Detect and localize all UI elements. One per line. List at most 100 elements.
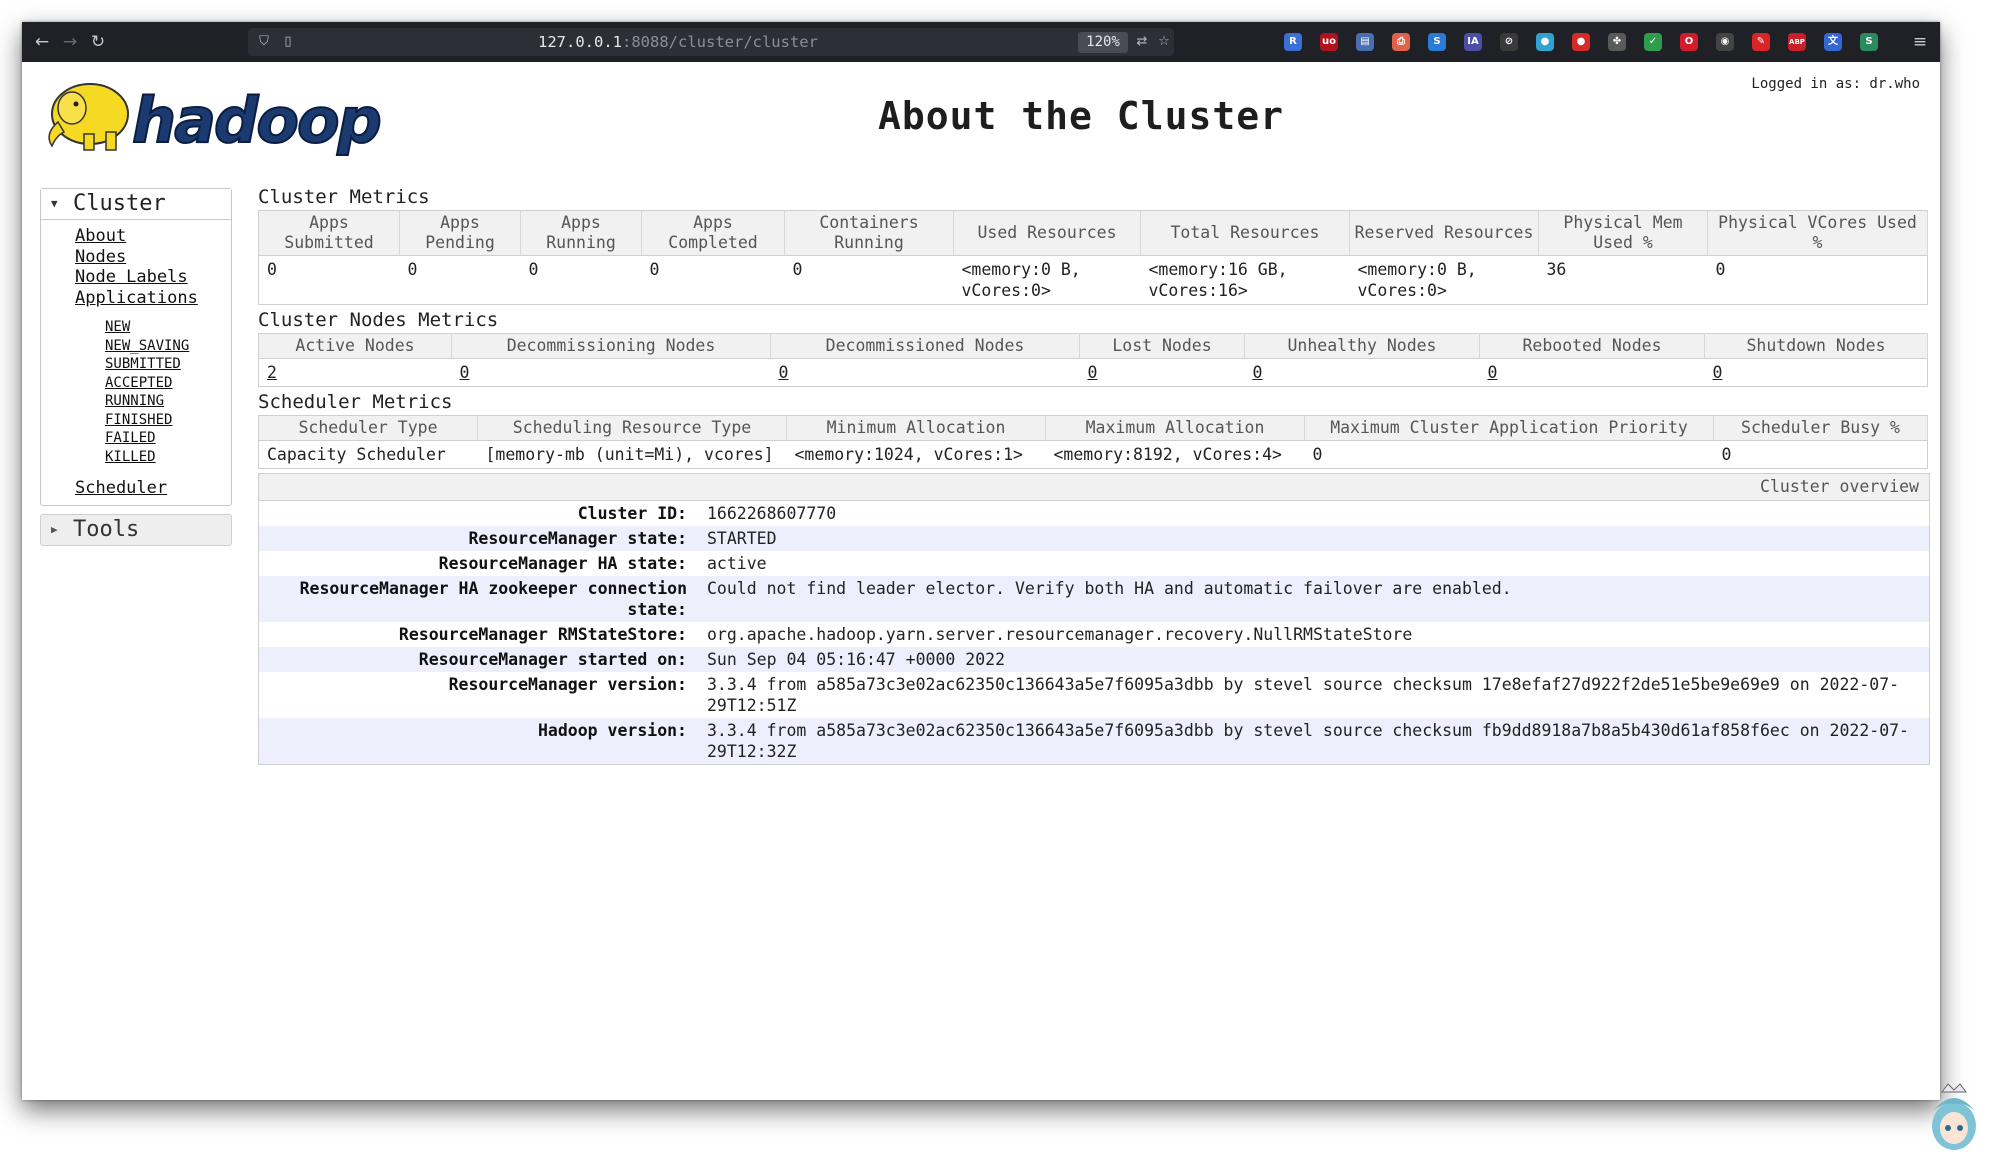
app-state-finished[interactable]: FINISHED bbox=[105, 411, 231, 430]
tools-accordion-header[interactable]: ▶ Tools bbox=[40, 513, 232, 546]
info-row: ResourceManager state: STARTED bbox=[259, 526, 1929, 551]
cluster-overview-panel: Cluster overview Cluster ID: 166226860777… bbox=[258, 473, 1930, 765]
shield-icon[interactable]: ✓ bbox=[1644, 33, 1662, 51]
table-cell: Capacity Scheduler bbox=[267, 445, 446, 464]
column-header[interactable]: Used Resources bbox=[953, 210, 1141, 256]
reload-icon[interactable]: ↻ bbox=[86, 30, 110, 54]
app-state-submitted[interactable]: SUBMITTED bbox=[105, 355, 231, 374]
ia-icon[interactable]: IA bbox=[1464, 33, 1482, 51]
app-state-killed[interactable]: KILLED bbox=[105, 448, 231, 467]
table-cell: 36 bbox=[1546, 260, 1567, 279]
app-state-accepted[interactable]: ACCEPTED bbox=[105, 374, 231, 393]
tab-manager-icon[interactable]: ▤ bbox=[1356, 33, 1374, 51]
info-value: 1662268607770 bbox=[707, 504, 837, 523]
page-info-icon[interactable]: ▯ bbox=[278, 32, 298, 52]
app-state-new-saving[interactable]: NEW_SAVING bbox=[105, 337, 231, 356]
bitwarden-icon[interactable]: R bbox=[1284, 33, 1302, 51]
column-header[interactable]: Containers Running bbox=[784, 210, 954, 256]
table-header-row: Scheduler Type Scheduling Resource Type … bbox=[258, 415, 1928, 441]
address-bar[interactable]: ⛉ ▯ 127.0.0.1:8088/cluster/cluster 120% … bbox=[248, 28, 1174, 56]
shield-tracking-icon[interactable]: ⛉ bbox=[254, 32, 274, 52]
shutdown-nodes-link[interactable]: 0 bbox=[1713, 363, 1723, 382]
column-header[interactable]: Apps Completed bbox=[641, 210, 785, 256]
pdf-icon[interactable]: ⎙ bbox=[1392, 33, 1410, 51]
table-cell: <memory:0 B, vCores:0> bbox=[961, 260, 1081, 300]
table-cell: 0 bbox=[452, 359, 771, 387]
info-label: ResourceManager HA state: bbox=[438, 554, 687, 573]
ublock-icon[interactable]: uo bbox=[1320, 33, 1338, 51]
cluster-label: Cluster bbox=[73, 191, 166, 216]
info-row: ResourceManager HA state: active bbox=[259, 551, 1929, 576]
column-header[interactable]: Physical Mem Used % bbox=[1538, 210, 1708, 256]
app-state-new[interactable]: NEW bbox=[105, 318, 231, 337]
column-header[interactable]: Maximum Cluster Application Priority bbox=[1304, 415, 1714, 441]
column-header[interactable]: Decommissioning Nodes bbox=[451, 333, 771, 359]
scheduler-metrics-table: Scheduler Type Scheduling Resource Type … bbox=[258, 415, 1928, 469]
column-header[interactable]: Shutdown Nodes bbox=[1704, 333, 1928, 359]
column-header[interactable]: Active Nodes bbox=[258, 333, 452, 359]
opera-icon[interactable]: O bbox=[1680, 33, 1698, 51]
compass-icon[interactable]: ⊘ bbox=[1500, 33, 1518, 51]
menu-icon[interactable]: ≡ bbox=[1908, 30, 1932, 54]
adblock-icon[interactable]: ABP bbox=[1788, 33, 1806, 51]
ghost-icon[interactable]: ◉ bbox=[1716, 33, 1734, 51]
node-metrics-table: Active Nodes Decommissioning Nodes Decom… bbox=[258, 333, 1928, 387]
column-header[interactable]: Minimum Allocation bbox=[786, 415, 1046, 441]
info-label: Cluster ID: bbox=[577, 504, 687, 523]
decommissioned-nodes-link[interactable]: 0 bbox=[779, 363, 789, 382]
colorful-icon[interactable]: ● bbox=[1536, 33, 1554, 51]
cluster-accordion-header[interactable]: ▼ Cluster bbox=[41, 189, 231, 220]
column-header[interactable]: Apps Running bbox=[520, 210, 642, 256]
translate-page-icon[interactable]: ⇄ bbox=[1132, 32, 1152, 52]
table-row: 2 0 0 0 0 0 0 bbox=[259, 359, 1928, 387]
feather-icon[interactable]: ✎ bbox=[1752, 33, 1770, 51]
table-cell: 0 bbox=[1705, 359, 1928, 387]
unhealthy-nodes-link[interactable]: 0 bbox=[1253, 363, 1263, 382]
sidebar-link-applications[interactable]: Applications bbox=[75, 288, 231, 309]
back-icon[interactable]: ← bbox=[30, 30, 54, 54]
column-header[interactable]: Physical VCores Used % bbox=[1707, 210, 1928, 256]
column-header[interactable]: Lost Nodes bbox=[1079, 333, 1245, 359]
decommissioning-nodes-link[interactable]: 0 bbox=[460, 363, 470, 382]
s-green-icon[interactable]: S bbox=[1860, 33, 1878, 51]
table-cell: 0 bbox=[1080, 359, 1245, 387]
column-header[interactable]: Reserved Resources bbox=[1349, 210, 1539, 256]
app-state-failed[interactable]: FAILED bbox=[105, 429, 231, 448]
column-header[interactable]: Unhealthy Nodes bbox=[1244, 333, 1480, 359]
triangle-down-icon: ▼ bbox=[51, 197, 58, 210]
column-header[interactable]: Apps Pending bbox=[399, 210, 521, 256]
sidebar-link-node-labels[interactable]: Node Labels bbox=[75, 267, 231, 288]
table-header-row: Apps Submitted Apps Pending Apps Running… bbox=[258, 210, 1928, 256]
column-header[interactable]: Total Resources bbox=[1140, 210, 1350, 256]
column-header[interactable]: Rebooted Nodes bbox=[1479, 333, 1705, 359]
node-metrics-title: Cluster Nodes Metrics bbox=[258, 309, 499, 331]
info-row: Hadoop version: 3.3.4 from a585a73c3e02ac… bbox=[259, 718, 1929, 764]
stylus-icon[interactable]: S bbox=[1428, 33, 1446, 51]
browser-window: ← → ↻ ⛉ ▯ 127.0.0.1:8088/cluster/cluster… bbox=[22, 22, 1940, 1100]
column-header[interactable]: Scheduler Busy % bbox=[1713, 415, 1928, 441]
sidebar-link-about[interactable]: About bbox=[75, 226, 231, 247]
forward-icon[interactable]: → bbox=[58, 30, 82, 54]
app-state-running[interactable]: RUNNING bbox=[105, 392, 231, 411]
column-header[interactable]: Scheduling Resource Type bbox=[477, 415, 787, 441]
bookmark-star-icon[interactable]: ☆ bbox=[1154, 32, 1174, 52]
puzzle-icon[interactable]: ✤ bbox=[1608, 33, 1626, 51]
translate-icon[interactable]: 文 bbox=[1824, 33, 1842, 51]
cluster-accordion: ▼ Cluster About Nodes Node Labels Applica… bbox=[40, 188, 232, 506]
url-text[interactable]: 127.0.0.1:8088/cluster/cluster bbox=[538, 28, 818, 56]
table-cell: 0 bbox=[771, 359, 1080, 387]
lost-nodes-link[interactable]: 0 bbox=[1088, 363, 1098, 382]
column-header[interactable]: Scheduler Type bbox=[258, 415, 478, 441]
column-header[interactable]: Maximum Allocation bbox=[1045, 415, 1305, 441]
column-header[interactable]: Apps Submitted bbox=[258, 210, 400, 256]
zoom-level-badge[interactable]: 120% bbox=[1078, 32, 1128, 53]
info-row: ResourceManager HA zookeeper connection … bbox=[259, 576, 1929, 622]
sidebar-link-nodes[interactable]: Nodes bbox=[75, 247, 231, 268]
active-nodes-link[interactable]: 2 bbox=[267, 363, 277, 382]
rebooted-nodes-link[interactable]: 0 bbox=[1488, 363, 1498, 382]
column-header[interactable]: Decommissioned Nodes bbox=[770, 333, 1080, 359]
browser-toolbar: ← → ↻ ⛉ ▯ 127.0.0.1:8088/cluster/cluster… bbox=[22, 22, 1940, 62]
record-icon[interactable]: ● bbox=[1572, 33, 1590, 51]
sidebar-link-scheduler[interactable]: Scheduler bbox=[75, 478, 231, 499]
page: hadoop Logged in as: dr.who About the Cl… bbox=[22, 62, 1940, 1100]
